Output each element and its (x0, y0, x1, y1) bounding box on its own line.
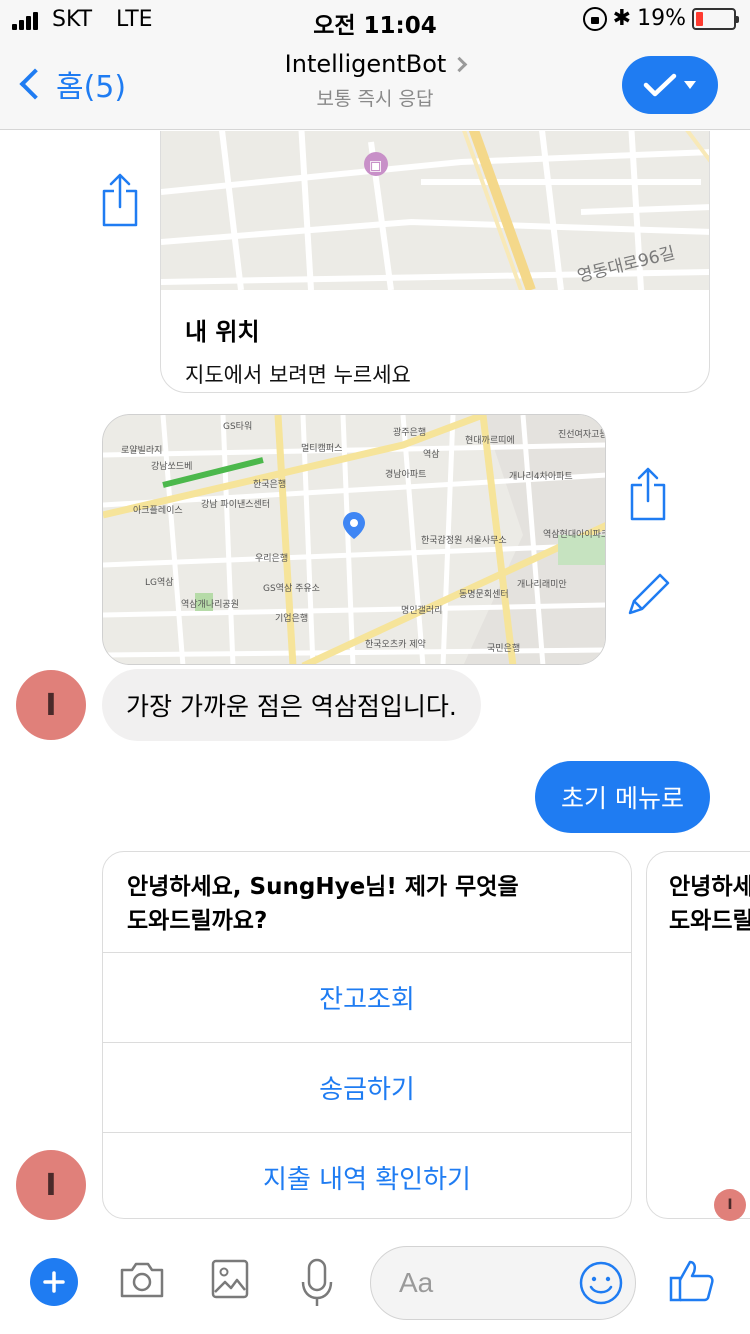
map-image (103, 415, 605, 664)
bot-avatar[interactable]: I (16, 670, 86, 740)
bot-avatar-letter: I (45, 1167, 57, 1203)
menu-card-title-line: 도와드릴까요? (127, 908, 268, 934)
location-card[interactable]: ▣ 영동대로96길 내 위치 지도에서 보려면 누르세요 (160, 131, 710, 393)
checkmark-menu-button[interactable] (622, 56, 718, 114)
battery-fill (696, 11, 703, 26)
menu-card: 안녕하세요, SungHye님! 제가 무엇을 도와드릴까요? 잔고조회 송금하… (102, 851, 632, 1219)
menu-card-title: 안녕하세 도와드릴 (647, 852, 750, 952)
bot-message-bubble: 가장 가까운 점은 역삼점입니다. (102, 669, 481, 741)
menu-card-title-line: 안녕하세 (669, 874, 750, 900)
conversation-title: IntelligentBot (284, 50, 447, 78)
read-receipt-letter: I (727, 1197, 733, 1213)
map-image-bubble[interactable]: GS타워 광주은행 로얄빌라지 한국은행 역삼 현대까르띠에 강남쏘드베 멀티캠퍼스 경남아파트… (102, 414, 606, 665)
add-button[interactable] (30, 1258, 78, 1306)
message-list[interactable]: ▣ 영동대로96길 내 위치 지도에서 보려면 누르세요 GS타워 광주은행 로… (0, 131, 750, 1238)
gallery-icon[interactable] (210, 1258, 250, 1300)
menu-card-title-line: 안녕하세요, SungHye님! 제가 무엇을 (127, 874, 519, 900)
message-composer (0, 1238, 750, 1334)
menu-card-title-line: 도와드릴 (669, 908, 750, 934)
location-map-preview: ▣ 영동대로96길 (161, 131, 709, 290)
rotation-lock-icon (582, 6, 607, 31)
send-money-button[interactable]: 송금하기 (103, 1042, 631, 1132)
conversation-header: 홈(5) IntelligentBot 보통 즉시 응답 (0, 40, 750, 130)
emoji-icon[interactable] (577, 1259, 625, 1307)
thumbs-up-icon[interactable] (668, 1258, 716, 1304)
bluetooth-icon: ✱ (612, 6, 632, 31)
plus-icon (43, 1271, 65, 1293)
chevron-right-icon (452, 56, 468, 72)
checkmark-icon (643, 73, 677, 97)
bot-avatar[interactable]: I (16, 1150, 86, 1220)
battery-icon (692, 7, 739, 30)
caret-down-icon (684, 81, 696, 89)
microphone-icon[interactable] (300, 1258, 334, 1308)
location-description: 지도에서 보려면 누르세요 (185, 363, 411, 387)
edit-pencil-icon[interactable] (626, 571, 672, 617)
map-streets: ▣ 영동대로96길 (161, 131, 709, 290)
menu-card-next[interactable]: 안녕하세 도와드릴 (646, 851, 750, 1219)
message-input-container (370, 1246, 636, 1320)
share-icon[interactable] (628, 465, 668, 521)
user-message-text: 초기 메뉴로 (561, 784, 684, 813)
read-receipt-avatar: I (714, 1189, 746, 1221)
battery-percent: 19% (637, 6, 686, 31)
share-icon[interactable] (100, 171, 140, 227)
camera-icon[interactable] (118, 1260, 166, 1300)
status-bar: SKT LTE 오전 11:04 ✱ 19% (0, 0, 750, 40)
svg-text:▣: ▣ (369, 158, 382, 174)
check-spending-button[interactable]: 지출 내역 확인하기 (103, 1132, 631, 1218)
user-message-bubble: 초기 메뉴로 (535, 761, 710, 833)
bot-message-text: 가장 가까운 점은 역삼점입니다. (126, 692, 457, 721)
bot-avatar-letter: I (45, 687, 57, 723)
balance-inquiry-button[interactable]: 잔고조회 (103, 952, 631, 1042)
location-title: 내 위치 (185, 318, 260, 346)
message-input[interactable] (399, 1261, 579, 1305)
menu-card-title: 안녕하세요, SungHye님! 제가 무엇을 도와드릴까요? (103, 852, 631, 952)
